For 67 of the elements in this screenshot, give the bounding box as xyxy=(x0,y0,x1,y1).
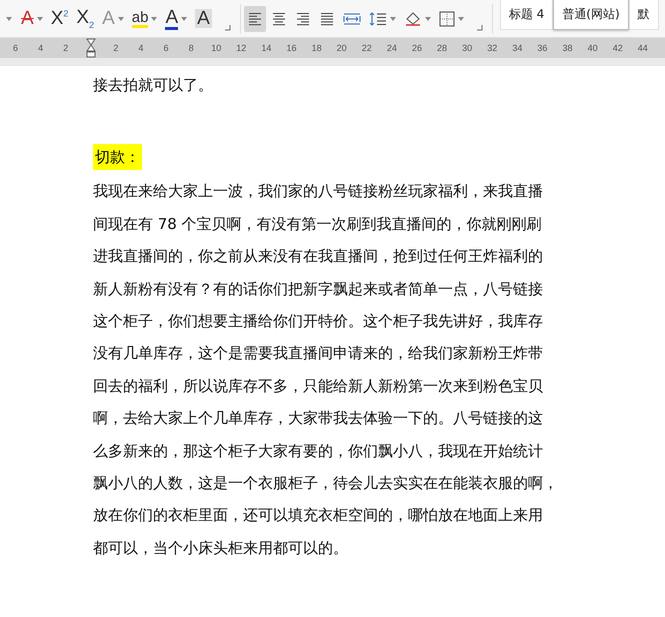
paragraph-line: 间现在有 78 个宝贝啊，有没有第一次刷到我直播间的，你就刚刚刷 xyxy=(93,214,543,235)
paragraph-line: 啊，去给大家上个几单库存，大家带我去体验一下的。八号链接的这 xyxy=(93,409,544,430)
subscript-button[interactable]: X$_{2}$ xyxy=(73,6,98,32)
caret-icon xyxy=(424,16,431,20)
ruler-number: 2 xyxy=(62,43,70,53)
paragraph-line: 这个柜子，你们想要主播给你们开特价。这个柜子我先讲好，我库存 xyxy=(93,312,544,332)
style-preset[interactable]: 标题 4 xyxy=(500,0,554,30)
caret-icon xyxy=(181,16,188,20)
caret-icon xyxy=(458,16,464,20)
paragraph-line: 进我直播间的，你之前从来没有在我直播间，抢到过任何王炸福利的 xyxy=(93,247,544,268)
align-left-button[interactable] xyxy=(244,6,266,32)
ruler-number: 12 xyxy=(235,43,248,53)
launcher-icon[interactable] xyxy=(224,24,231,30)
text-line: 接去拍就可以了。 xyxy=(93,76,214,96)
paragraph-line: 飘小八的人数，这是一个衣服柜子，待会儿去实实在在能装衣服的啊， xyxy=(93,474,559,494)
ruler-number: 38 xyxy=(562,43,574,53)
ruler-number: 16 xyxy=(285,43,298,53)
paragraph-line: 都可以，当个小床头柜来用都可以的。 xyxy=(93,538,349,559)
justify-icon xyxy=(318,12,335,26)
ruler-number: 30 xyxy=(461,43,474,53)
align-center-icon xyxy=(270,12,287,26)
caret-icon xyxy=(36,16,43,20)
ruler-number: 10 xyxy=(210,43,222,53)
launcher-icon[interactable] xyxy=(476,24,483,30)
highlight-button[interactable]: ab xyxy=(128,6,160,32)
superscript-button[interactable]: X$^{2}$ xyxy=(48,6,72,32)
indent-marker-icon[interactable] xyxy=(86,38,96,58)
ruler-number: 26 xyxy=(410,43,423,53)
ruler-number: 14 xyxy=(260,43,272,53)
caret-icon xyxy=(118,16,124,20)
ruler-number: 36 xyxy=(536,43,548,53)
strike-button[interactable]: A xyxy=(18,6,46,32)
ruler-number: 32 xyxy=(486,43,498,53)
ruler-number: 28 xyxy=(436,43,448,53)
ruler-number: 4 xyxy=(37,43,44,53)
paragraph-line: 回去的福利，所以说库存不多，只能给新人新粉第一次来到粉色宝贝 xyxy=(93,376,544,397)
paragraph-line: 没有几单库存，这个是需要我直播间申请来的，给我们家新粉王炸带 xyxy=(93,344,544,364)
paragraph-line: 么多新来的，那这个柜子大家有要的，你们飘小八，我现在开始统计 xyxy=(93,442,544,462)
ruler-number: 34 xyxy=(511,43,524,53)
ruler-number: 8 xyxy=(188,43,195,53)
align-right-icon xyxy=(294,12,311,26)
caret-icon[interactable] xyxy=(6,16,12,20)
fontcolor-button[interactable]: A xyxy=(162,6,190,32)
paragraph-line: 放在你们的衣柜里面，还可以填充衣柜空间的，哪怕放在地面上来用 xyxy=(93,506,544,526)
caret-icon xyxy=(390,16,396,20)
ruler-number: 22 xyxy=(360,43,373,53)
ruler-number: 18 xyxy=(310,43,323,53)
style-preset[interactable]: 普通(网站) xyxy=(553,0,629,30)
heading-text: 切款： xyxy=(93,144,142,170)
ruler-number: 40 xyxy=(586,43,599,53)
paint-bucket-icon xyxy=(404,10,422,26)
distribute-icon xyxy=(342,12,361,26)
ruler-number: 6 xyxy=(162,43,170,53)
align-left-icon xyxy=(246,12,263,26)
paragraph-line: 新人新粉有没有？有的话你们把新字飘起来或者简单一点，八号链接 xyxy=(93,280,544,300)
ruler-number: 4 xyxy=(137,43,144,53)
ruler-number: 20 xyxy=(336,43,348,53)
line-spacing-icon xyxy=(368,12,387,26)
style-preset[interactable]: 默 xyxy=(628,0,659,30)
caret-icon xyxy=(151,16,158,20)
borders-icon xyxy=(438,10,455,26)
ruler-number: 44 xyxy=(636,43,649,53)
ruler-number: 42 xyxy=(612,43,624,53)
ruler-number: 24 xyxy=(386,43,398,53)
paragraph-line: 我现在来给大家上一波，我们家的八号链接粉丝玩家福利，来我直播 xyxy=(93,182,544,202)
ruler-number: 6 xyxy=(12,43,20,53)
ruler-number: 2 xyxy=(112,43,120,53)
